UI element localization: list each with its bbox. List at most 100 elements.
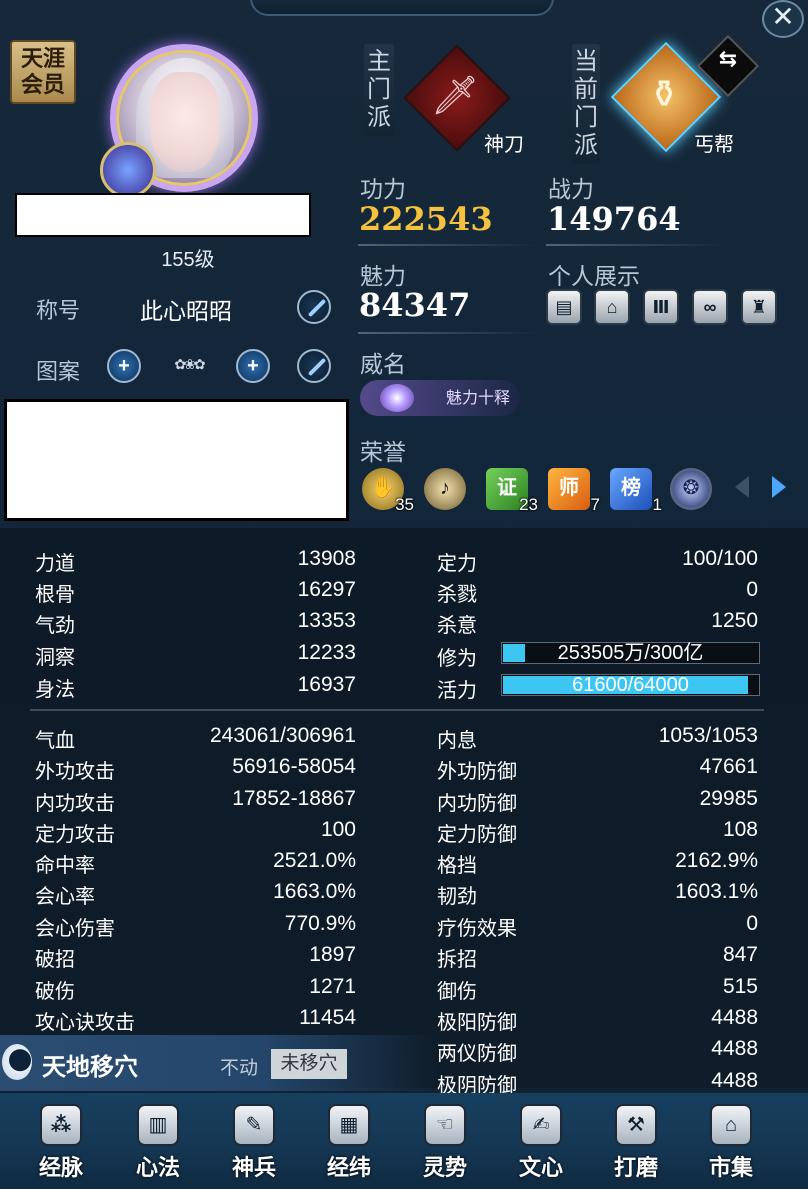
- honor-zheng-icon[interactable]: 证 23: [486, 468, 538, 514]
- attr-value: 29985: [699, 787, 758, 810]
- mount-icon[interactable]: ∞: [692, 289, 728, 325]
- nav-label: 打磨: [613, 1155, 658, 1181]
- current-sect-label: 当前门派: [572, 44, 600, 164]
- attr-label: 定力攻击: [35, 824, 115, 846]
- nav-item-7[interactable]: ⌂ 市集: [686, 1100, 776, 1184]
- character-name-redacted: [15, 193, 311, 237]
- costume-icon[interactable]: ♜: [741, 289, 777, 325]
- attr-label: 疗伤效果: [437, 918, 517, 940]
- attr-label: 破伤: [35, 981, 75, 1003]
- honor-glyph: 师: [559, 477, 579, 499]
- acupoint-title: 天地移穴: [42, 1052, 138, 1081]
- honor-count: 35: [395, 495, 414, 514]
- divider: [358, 244, 538, 246]
- attr-value: 2162.9%: [675, 849, 758, 872]
- attr-label: 韧劲: [437, 886, 477, 908]
- nav-item-1[interactable]: ▥ 心法: [113, 1100, 203, 1184]
- edit-pattern-button[interactable]: [297, 349, 331, 383]
- attr-value: 16297: [297, 578, 356, 601]
- nav-item-2[interactable]: ✎ 神兵: [209, 1100, 299, 1184]
- attr-label: 外功防御: [437, 761, 517, 783]
- attr-value: 243061/306961: [210, 724, 356, 747]
- attr-value: 4488: [711, 1069, 758, 1092]
- honor-prev-button[interactable]: [735, 476, 749, 498]
- attr-value: 1603.1%: [675, 880, 758, 903]
- combat-value: 149764: [547, 200, 681, 238]
- cultivation-label: 修为: [437, 648, 477, 670]
- attr-label: 破招: [35, 949, 75, 971]
- nav-item-5[interactable]: ✍ 文心: [496, 1100, 586, 1184]
- attr-label: 定力防御: [437, 824, 517, 846]
- house-icon[interactable]: ⌂: [594, 289, 630, 325]
- attr-value: 13353: [297, 609, 356, 632]
- nav-label: 经脉: [38, 1155, 83, 1181]
- honor-hand-crown-icon[interactable]: ✋ 35: [362, 468, 414, 514]
- current-sect-name: 丐帮: [694, 134, 734, 156]
- avatar-orb-icon: [100, 142, 156, 198]
- nav-item-0[interactable]: ⁂ 经脉: [16, 1100, 106, 1184]
- hand-icon: ☜: [424, 1104, 466, 1146]
- honor-glyph: 证: [497, 477, 517, 499]
- attr-value: 4488: [711, 1037, 758, 1060]
- charm-value: 84347: [359, 286, 471, 324]
- attr-value: 56916-58054: [232, 755, 356, 778]
- market-icon: ⌂: [710, 1104, 752, 1146]
- attr-label: 会心伤害: [35, 918, 115, 940]
- acupoint-button[interactable]: 未移穴: [271, 1049, 347, 1079]
- vitality-bar: 61600/64000: [501, 674, 760, 696]
- honor-glyph: 榜: [621, 477, 641, 499]
- attr-value: 47661: [699, 755, 758, 778]
- nav-label: 经纬: [326, 1155, 371, 1181]
- cultivation-text: 253505万/300亿: [557, 642, 704, 664]
- brush-icon: ✍: [520, 1104, 562, 1146]
- edit-title-button[interactable]: [297, 290, 331, 324]
- title-label: 称号: [36, 298, 81, 323]
- nav-label: 市集: [708, 1155, 753, 1181]
- blade-icon: 🗡: [430, 75, 480, 117]
- nav-label: 心法: [135, 1155, 180, 1181]
- fame-orb-icon: [380, 384, 414, 412]
- book-icon: ▥: [137, 1104, 179, 1146]
- attr-value: 1053/1053: [658, 724, 758, 747]
- honor-lute-icon[interactable]: ♪: [424, 468, 466, 510]
- id-card-icon[interactable]: ▤: [546, 289, 582, 325]
- attr-label: 御伤: [437, 981, 477, 1003]
- acupoint-status: 不动: [220, 1058, 259, 1079]
- redacted-info-box: [4, 399, 349, 521]
- add-pattern-button-1[interactable]: +: [107, 349, 141, 383]
- attr-label: 拆招: [437, 949, 477, 971]
- honor-bang-icon[interactable]: 榜1: [610, 468, 662, 514]
- attr-label: 杀戮: [437, 584, 477, 606]
- add-pattern-button-2[interactable]: +: [236, 349, 270, 383]
- attr-label: 内功防御: [437, 793, 517, 815]
- attr-label: 根骨: [35, 584, 75, 606]
- nav-item-4[interactable]: ☜ 灵势: [400, 1100, 490, 1184]
- honor-shi-icon[interactable]: 师7: [548, 468, 600, 514]
- attr-value: 17852-18867: [232, 787, 356, 810]
- attr-label: 格挡: [437, 855, 477, 877]
- cultivation-bar: 253505万/300亿: [501, 642, 760, 664]
- swap-icon: ⇆: [718, 46, 738, 71]
- divider: [358, 332, 538, 334]
- close-button[interactable]: ✕: [762, 0, 804, 38]
- attr-label: 命中率: [35, 855, 95, 877]
- attr-value: 16937: [297, 673, 356, 696]
- pattern-label: 图案: [36, 359, 81, 384]
- divider: [546, 244, 726, 246]
- fame-label: 威名: [360, 351, 406, 377]
- character-level: 155级: [161, 249, 215, 271]
- attr-label: 杀意: [437, 615, 477, 637]
- honor-orb-icon[interactable]: ❂: [670, 468, 712, 510]
- building-icon[interactable]: Ⅲ: [643, 289, 679, 325]
- nav-item-6[interactable]: ⚒ 打磨: [591, 1100, 681, 1184]
- attr-value: 1663.0%: [273, 880, 356, 903]
- honor-next-button[interactable]: [772, 476, 786, 498]
- attr-value: 770.9%: [284, 912, 356, 935]
- attr-value: 108: [722, 818, 758, 841]
- kungfu-value: 222543: [359, 200, 493, 238]
- nav-item-3[interactable]: ▦ 经纬: [304, 1100, 394, 1184]
- attr-value: 1250: [711, 609, 758, 632]
- character-panel: ✕ 天涯 会员 155级 称号 此心昭昭 图案 + ✿❀✿ + 主门派 🗡 神刀…: [0, 0, 808, 1189]
- nav-label: 灵势: [422, 1155, 467, 1181]
- attr-value: 847: [722, 943, 758, 966]
